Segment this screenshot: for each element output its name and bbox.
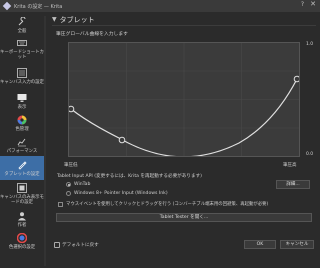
sidebar-item-general[interactable]: 全般 [0,14,44,36]
cancel-button[interactable]: キャンセル [280,240,314,249]
x-axis-right-label: 筆圧高 [283,163,297,168]
mouse-events-checkbox[interactable] [58,201,63,207]
wintab-label: WinTab [74,182,91,187]
curve-handle[interactable] [67,105,75,113]
sidebar-item-label: キーボードショートカット [0,50,44,60]
sidebar-item-color-management[interactable]: 色管理 [0,112,44,134]
keyboard-icon [17,40,27,46]
pointer-input-label: Windows 8+ Pointer Input (Windows Ink) [74,191,168,196]
sidebar-item-label: 表示 [17,104,27,110]
curve-handle[interactable] [293,75,301,83]
sidebar-item-canvas-input[interactable]: キャンバス入力の設定 [0,62,44,90]
color-wheel-icon [17,115,27,124]
close-button[interactable]: ✕ [310,0,316,8]
restore-icon [54,242,60,248]
dialog-footer: デフォルトに戻す OK キャンセル [48,240,320,268]
y-axis-top-label: 1.0 [306,42,314,47]
sidebar-item-color-selector[interactable]: 色選択の設定 [0,230,44,252]
wintab-option[interactable]: WinTab [66,182,90,187]
sidebar-item-canvas-only[interactable]: キャンバスのみ表示モードの設定 [0,180,44,208]
sidebar-item-label: 色選択の設定 [8,244,36,250]
help-button[interactable]: ? [301,1,304,8]
performance-icon [17,138,26,146]
chevron-down-icon: ▼ [52,16,57,23]
sidebar-item-tablet[interactable]: タブレットの設定 [0,156,44,180]
monitor-icon [17,93,27,102]
panel-header: ▼ タブレット [52,14,316,26]
tablet-api-label: Tablet Input API (変更するには、Krita を再起動する必要が… [57,174,202,179]
mouse-events-label: マウスイベントを使用してクリックとドラッグを行う (コンバーチブル端末用の回避策… [66,202,269,207]
window-title: Krita の設定 — Krita [14,3,63,10]
tablet-tester-button[interactable]: Tablet Tester を開く... [56,213,312,222]
restore-defaults-label: デフォルトに戻す [62,243,99,248]
page-title: タブレット [59,15,95,24]
sidebar-item-label: 色管理 [15,126,29,132]
wintab-radio[interactable] [66,182,71,187]
pen-icon [18,160,27,170]
pressure-curve-editor[interactable] [67,42,301,158]
x-axis-left-label: 筆圧低 [64,163,78,168]
tablet-settings-panel: ▼ タブレット 筆圧グローバル曲線を入力します 1.0 0.0 筆圧低 筆圧高 … [48,12,320,268]
y-axis-bottom-label: 0.0 [306,152,314,157]
krita-app-icon [2,1,12,11]
list-icon [17,67,27,78]
details-button[interactable]: 詳細... [276,180,310,189]
color-selector-icon [17,232,27,243]
sidebar-item-label: キャンバス入力の設定 [0,79,44,85]
mouse-events-option[interactable]: マウスイベントを使用してクリックとドラッグを行う (コンバーチブル端末用の回避策… [58,201,268,207]
curve-handle[interactable] [118,136,126,144]
user-icon [18,211,26,220]
sidebar-scrollbar[interactable] [44,16,46,266]
canvas-icon [17,183,27,193]
sidebar-item-label: パフォーマンス [6,148,38,154]
sidebar-item-label: 作者 [17,222,27,228]
sidebar-item-label: タブレットの設定 [4,171,40,177]
pressure-curve-label: 筆圧グローバル曲線を入力します [56,32,128,37]
pointer-input-radio[interactable] [66,191,71,196]
sidebar-item-performance[interactable]: パフォーマンス [0,134,44,156]
sidebar-item-label: キャンバスのみ表示モードの設定 [0,195,44,205]
sidebar-item-label: 全般 [17,28,27,34]
ok-button[interactable]: OK [244,240,276,249]
wrench-icon [18,16,26,25]
sidebar-item-display[interactable]: 表示 [0,90,44,112]
pressure-curve-graph[interactable] [67,43,301,158]
restore-defaults-button[interactable]: デフォルトに戻す [54,242,99,248]
sidebar-item-author[interactable]: 作者 [0,208,44,230]
pointer-input-option[interactable]: Windows 8+ Pointer Input (Windows Ink) [66,191,168,196]
settings-sidebar: 全般 キーボードショートカット キャンバス入力の設定 表示 色管理 パフォーマン… [0,12,46,268]
sidebar-item-shortcuts[interactable]: キーボードショートカット [0,36,44,62]
title-bar: Krita の設定 — Krita ? ✕ [0,0,320,12]
